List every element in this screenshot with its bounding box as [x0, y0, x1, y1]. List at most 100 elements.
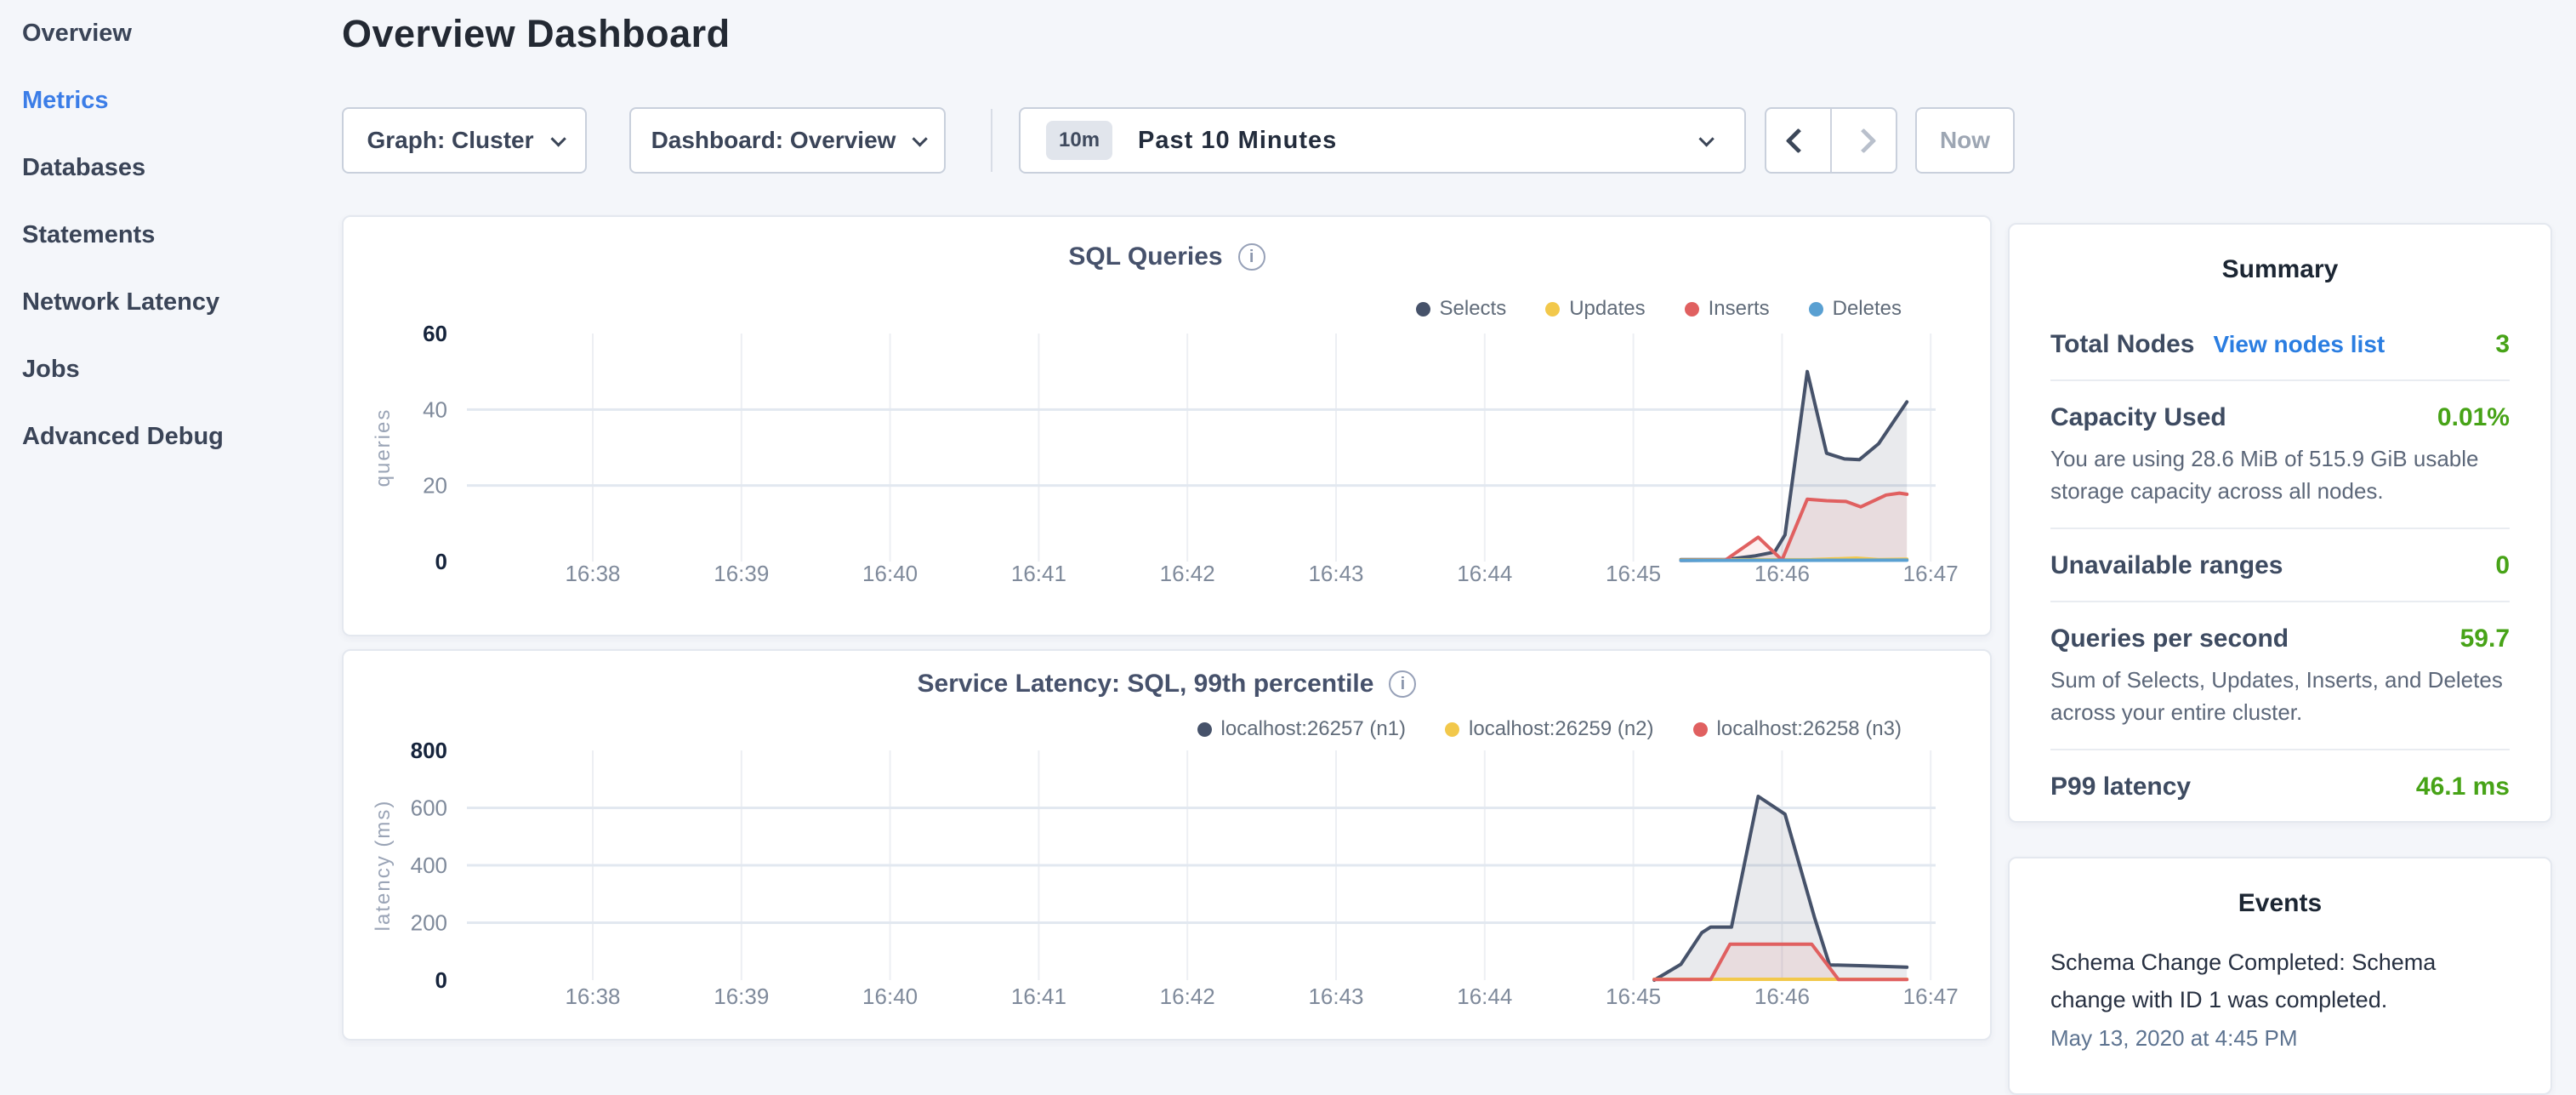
summary-label: P99 latency	[2050, 773, 2191, 801]
summary-row-p99-latency: P99 latency 46.1 ms	[2050, 773, 2510, 801]
page-title: Overview Dashboard	[342, 12, 731, 56]
divider	[2050, 601, 2510, 602]
sidebar-item-databases[interactable]: Databases	[0, 134, 340, 202]
summary-label: Total Nodes	[2050, 330, 2194, 359]
svg-text:16:40: 16:40	[862, 984, 918, 1009]
summary-row-unavailable-ranges: Unavailable ranges 0	[2050, 551, 2510, 580]
info-icon[interactable]	[1389, 670, 1416, 698]
svg-text:16:43: 16:43	[1308, 984, 1363, 1009]
chevron-down-icon	[913, 131, 928, 146]
summary-label: Queries per second	[2050, 624, 2289, 653]
time-range-selector[interactable]: 10m Past 10 Minutes	[1019, 107, 1746, 174]
svg-text:16:45: 16:45	[1606, 984, 1661, 1009]
chart-legend: Selects Updates Inserts Deletes	[1416, 297, 1902, 321]
svg-text:60: 60	[423, 321, 447, 346]
sidebar-item-advanced-debug[interactable]: Advanced Debug	[0, 403, 340, 471]
chart-title: Service Latency: SQL, 99th percentile	[918, 670, 1374, 699]
summary-value: 59.7	[2460, 624, 2510, 653]
svg-text:16:47: 16:47	[1903, 561, 1959, 586]
dashboard-selector-label: Dashboard: Overview	[651, 127, 896, 154]
legend-dot-icon	[1545, 302, 1560, 317]
summary-description: You are using 28.6 MiB of 515.9 GiB usab…	[2050, 442, 2510, 507]
svg-text:16:42: 16:42	[1160, 561, 1215, 586]
divider	[2050, 528, 2510, 529]
summary-title: Summary	[2050, 225, 2510, 284]
svg-text:16:41: 16:41	[1011, 984, 1066, 1009]
summary-value: 0.01%	[2437, 403, 2510, 432]
svg-text:40: 40	[423, 396, 447, 422]
events-panel: Events Schema Change Completed: Schema c…	[2008, 857, 2552, 1095]
chart-title: SQL Queries	[1068, 242, 1222, 271]
graph-selector-label: Graph: Cluster	[367, 127, 533, 154]
svg-text:20: 20	[423, 473, 447, 499]
legend-dot-icon	[1445, 722, 1459, 737]
chevron-down-icon	[1698, 131, 1714, 146]
summary-value: 3	[2495, 330, 2510, 359]
legend-dot-icon	[1809, 302, 1823, 317]
sidebar-item-overview[interactable]: Overview	[0, 0, 340, 67]
time-step-buttons	[1765, 107, 1897, 174]
summary-row-queries-per-second: Queries per second 59.7	[2050, 624, 2510, 653]
sidebar-item-metrics[interactable]: Metrics	[0, 67, 340, 134]
summary-row-capacity-used: Capacity Used 0.01%	[2050, 403, 2510, 432]
sql-queries-panel: SQL Queries Selects Updates Inserts Deletes…	[342, 215, 1992, 636]
svg-text:16:43: 16:43	[1308, 561, 1363, 586]
divider	[2050, 379, 2510, 381]
legend-label: Inserts	[1709, 297, 1770, 321]
svg-text:0: 0	[435, 549, 447, 574]
svg-text:16:46: 16:46	[1754, 561, 1810, 586]
svg-text:16:47: 16:47	[1903, 984, 1959, 1009]
graph-selector-dropdown[interactable]: Graph: Cluster	[342, 107, 587, 174]
next-time-button[interactable]	[1830, 109, 1896, 172]
svg-text:16:44: 16:44	[1457, 984, 1512, 1009]
summary-label: Unavailable ranges	[2050, 551, 2283, 580]
summary-description: Sum of Selects, Updates, Inserts, and De…	[2050, 664, 2510, 728]
legend-item: Updates	[1545, 297, 1645, 321]
sidebar-item-network-latency[interactable]: Network Latency	[0, 269, 340, 336]
svg-text:16:38: 16:38	[565, 561, 620, 586]
svg-text:800: 800	[411, 738, 447, 763]
sidebar-item-statements[interactable]: Statements	[0, 202, 340, 269]
legend-dot-icon	[1693, 722, 1708, 737]
svg-text:200: 200	[411, 910, 447, 936]
svg-text:16:46: 16:46	[1754, 984, 1810, 1009]
legend-dot-icon	[1416, 302, 1430, 317]
legend-dot-icon	[1197, 722, 1212, 737]
svg-text:latency (ms): latency (ms)	[372, 800, 395, 932]
svg-text:16:44: 16:44	[1457, 561, 1512, 586]
divider	[2050, 749, 2510, 750]
svg-text:16:41: 16:41	[1011, 561, 1066, 586]
svg-text:16:39: 16:39	[714, 984, 769, 1009]
svg-text:16:40: 16:40	[862, 561, 918, 586]
legend-label: Selects	[1440, 297, 1507, 321]
summary-row-total-nodes: Total Nodes View nodes list 3	[2050, 330, 2510, 359]
legend-label: Updates	[1569, 297, 1645, 321]
legend-label: Deletes	[1833, 297, 1902, 321]
sidebar-item-jobs[interactable]: Jobs	[0, 336, 340, 403]
svg-text:16:42: 16:42	[1160, 984, 1215, 1009]
time-range-badge: 10m	[1046, 121, 1112, 160]
service-latency-panel: Service Latency: SQL, 99th percentile lo…	[342, 649, 1992, 1041]
events-title: Events	[2050, 858, 2510, 918]
sql-queries-chart: 020406016:3816:3916:4016:4116:4216:4316:…	[344, 319, 1993, 604]
summary-panel: Summary Total Nodes View nodes list 3 Ca…	[2008, 223, 2552, 823]
summary-value: 0	[2495, 551, 2510, 580]
chevron-right-icon	[1851, 128, 1877, 153]
time-range-label: Past 10 Minutes	[1138, 127, 1337, 155]
summary-value: 46.1 ms	[2416, 773, 2510, 801]
legend-item: Deletes	[1809, 297, 1902, 321]
event-timestamp: May 13, 2020 at 4:45 PM	[2050, 1025, 2510, 1052]
chevron-left-icon	[1786, 128, 1811, 153]
prev-time-button[interactable]	[1766, 109, 1830, 172]
toolbar-divider	[991, 109, 992, 172]
chevron-down-icon	[550, 131, 566, 146]
service-latency-chart: 020040060080016:3816:3916:4016:4116:4216…	[344, 736, 1993, 1025]
legend-item: Inserts	[1685, 297, 1770, 321]
now-button[interactable]: Now	[1915, 107, 2015, 174]
view-nodes-link[interactable]: View nodes list	[2213, 331, 2385, 358]
dashboard-selector-dropdown[interactable]: Dashboard: Overview	[629, 107, 946, 174]
db-console-metrics-page: Overview Metrics Databases Statements Ne…	[0, 0, 2576, 1052]
svg-text:queries: queries	[372, 408, 395, 488]
info-icon[interactable]	[1238, 243, 1265, 271]
svg-text:16:45: 16:45	[1606, 561, 1661, 586]
